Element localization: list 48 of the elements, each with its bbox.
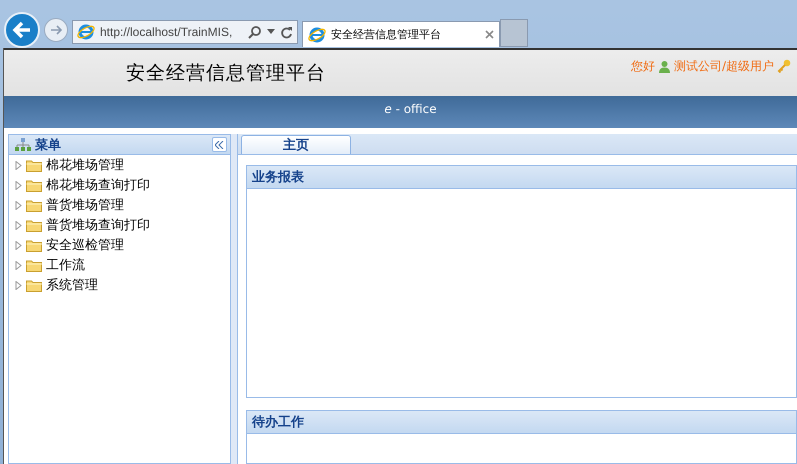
back-button[interactable]: [4, 12, 40, 48]
chevrons-left-icon: [215, 140, 224, 148]
refresh-icon[interactable]: [280, 26, 293, 38]
caret-icon[interactable]: [267, 29, 275, 35]
search-icon[interactable]: [248, 25, 262, 39]
address-text: http://localhost/TrainMIS,: [100, 25, 234, 39]
menu-item[interactable]: 普货堆场管理: [9, 195, 230, 215]
arrow-left-icon: [11, 19, 33, 41]
collapse-button[interactable]: [212, 137, 227, 152]
folder-icon: [26, 158, 42, 172]
panel-title: 业务报表: [252, 169, 304, 186]
subtitle-text: e - office: [384, 102, 437, 116]
collapsed-triangle-icon[interactable]: [15, 160, 22, 170]
menu-item[interactable]: 棉花堆场管理: [9, 155, 230, 175]
folder-icon: [26, 258, 42, 272]
collapsed-triangle-icon[interactable]: [15, 200, 22, 210]
collapsed-triangle-icon[interactable]: [15, 240, 22, 250]
close-icon[interactable]: [485, 30, 494, 39]
address-bar[interactable]: http://localhost/TrainMIS,: [72, 20, 298, 44]
browser-logo-icon: [77, 23, 95, 41]
folder-icon: [26, 278, 42, 292]
collapsed-triangle-icon[interactable]: [15, 280, 22, 290]
arrow-right-icon: [49, 23, 63, 37]
tab[interactable]: 主页: [241, 135, 351, 154]
browser-tab[interactable]: 安全经营信息管理平台: [302, 21, 500, 47]
folder-icon: [26, 238, 42, 252]
folder-icon: [26, 218, 42, 232]
menu-item[interactable]: 工作流: [9, 255, 230, 275]
new-tab-button[interactable]: [500, 19, 528, 47]
menu-item[interactable]: 棉花堆场查询打印: [9, 175, 230, 195]
panel-title: 待办工作: [252, 414, 304, 431]
menu-item[interactable]: 安全巡检管理: [9, 235, 230, 255]
folder-icon: [26, 178, 42, 192]
collapsed-triangle-icon[interactable]: [15, 260, 22, 270]
user-icon: [658, 60, 671, 72]
folder-icon: [26, 198, 42, 212]
app-title: 安全经营信息管理平台: [126, 61, 326, 86]
key-icon[interactable]: [777, 59, 791, 73]
forward-button[interactable]: [44, 18, 68, 42]
greeting-text: 您好: [630, 58, 655, 74]
collapsed-triangle-icon[interactable]: [15, 180, 22, 190]
collapsed-triangle-icon[interactable]: [15, 220, 22, 230]
sitemap-icon: [15, 138, 31, 151]
menu-item[interactable]: 系统管理: [9, 275, 230, 295]
splitter-handle[interactable]: [231, 134, 237, 464]
menu-item[interactable]: 普货堆场查询打印: [9, 215, 230, 235]
browser-logo-icon: [308, 26, 326, 44]
sidebar-title: 菜单: [35, 136, 62, 154]
